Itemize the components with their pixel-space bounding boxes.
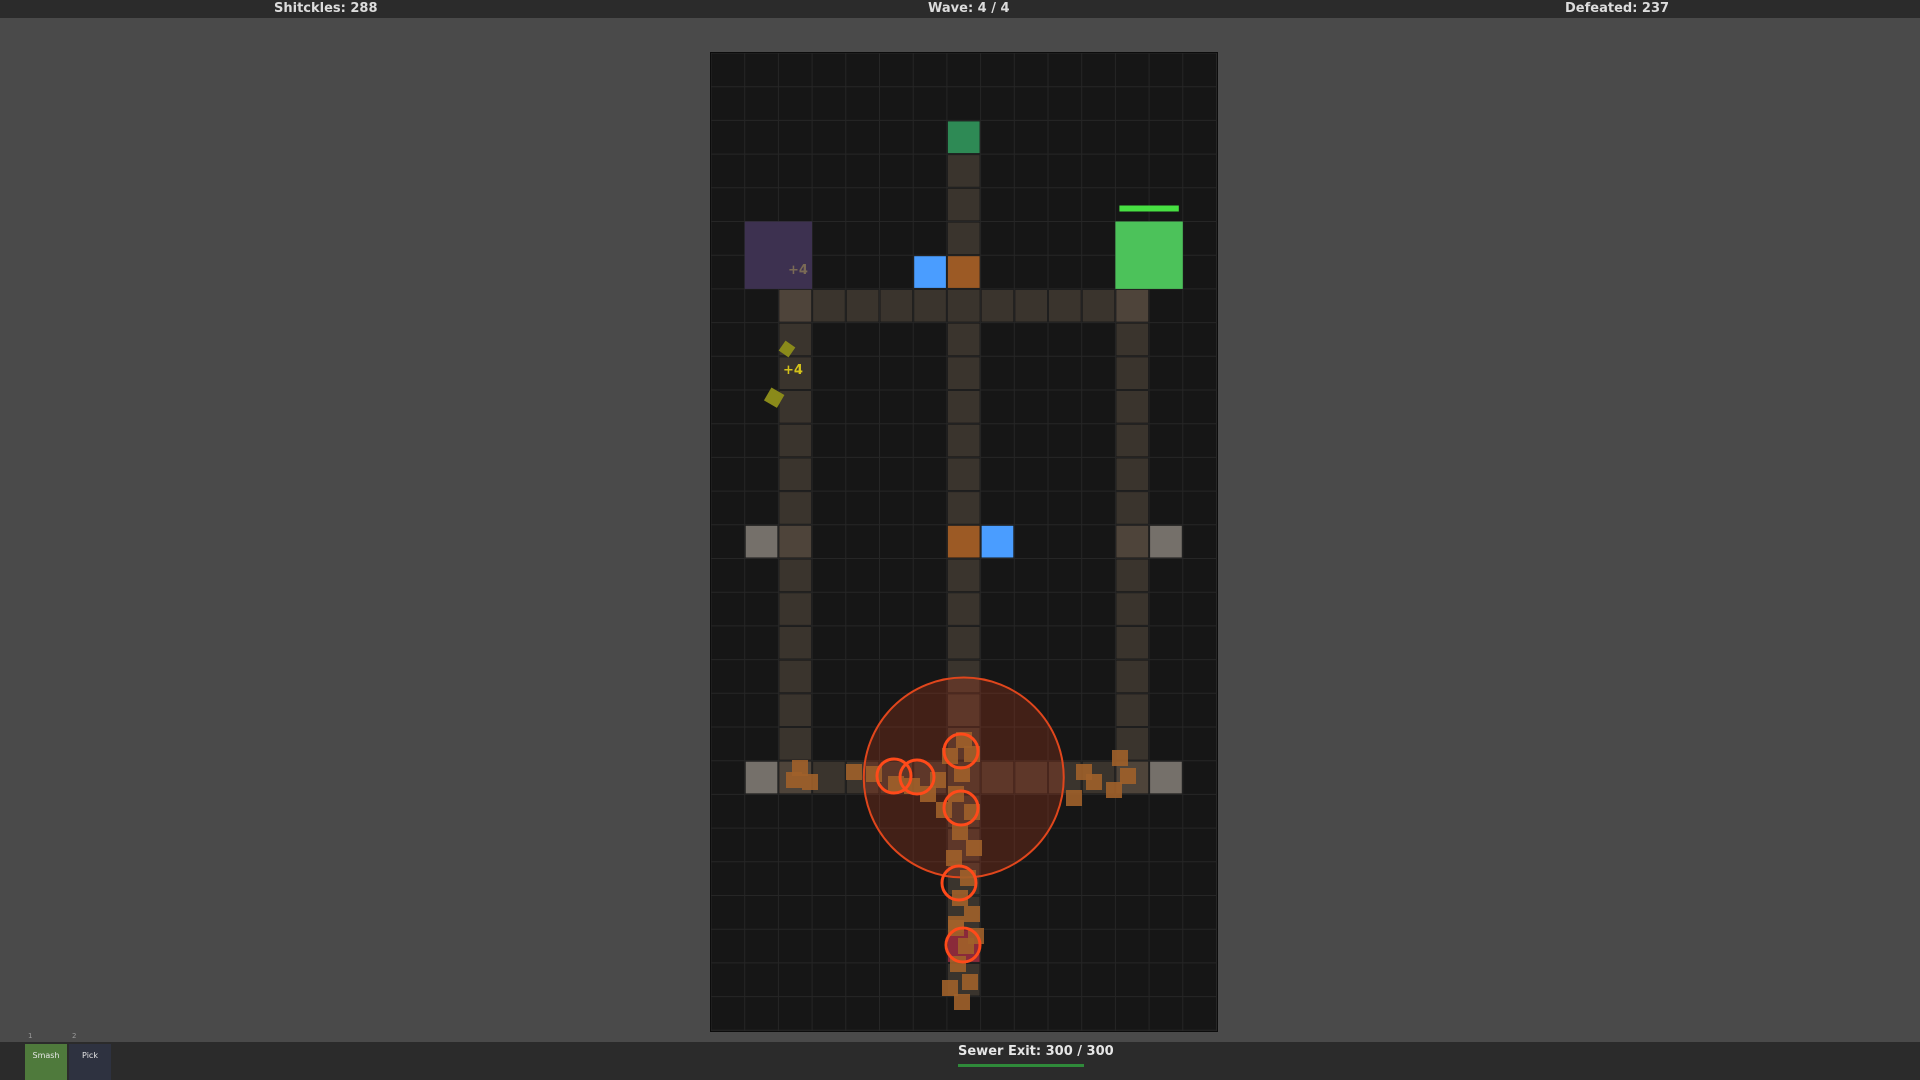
path-tile (1116, 424, 1149, 457)
rat-enemy[interactable] (962, 974, 978, 990)
path-tile (813, 289, 845, 322)
rat-enemy[interactable] (786, 772, 802, 788)
path-tile (779, 728, 812, 760)
path-tile (779, 424, 812, 457)
build-slot[interactable] (745, 525, 778, 558)
rat-enemy[interactable] (946, 850, 962, 866)
game-board[interactable]: +4 +4 (710, 52, 1218, 1032)
path-tile (880, 289, 913, 322)
path-tile (1116, 458, 1149, 491)
path-tile (779, 391, 812, 423)
path-tile (947, 458, 980, 491)
rat-enemy[interactable] (964, 906, 980, 922)
path-tile (779, 694, 812, 726)
rat-enemy[interactable] (1112, 750, 1128, 766)
green-tower[interactable] (1115, 221, 1183, 289)
currency-counter: Shitckles: 288 (274, 1, 378, 16)
smash-tool-label: Smash (32, 1051, 60, 1060)
build-slot[interactable] (1150, 525, 1182, 558)
path-tile (947, 357, 980, 389)
rat-enemy[interactable] (942, 980, 958, 996)
path-tile (947, 391, 980, 423)
path-tile (947, 289, 980, 322)
reward-floater: +4 (783, 363, 803, 378)
pick-tool-label: Pick (82, 1051, 98, 1060)
path-tile (779, 458, 812, 491)
sewer-exit-health-bar (958, 1064, 1084, 1067)
path-tile (947, 492, 980, 524)
path-tile (981, 289, 1014, 322)
rat-enemy[interactable] (966, 840, 982, 856)
path-tile (1116, 660, 1149, 693)
top-hud-bar: Shitckles: 288 Wave: 4 / 4 Defeated: 237 (0, 0, 1920, 18)
path-tile (947, 593, 980, 625)
frost-tower[interactable] (914, 256, 946, 288)
path-tile (947, 155, 980, 187)
path-tile (1116, 323, 1149, 356)
path-tile (1116, 559, 1149, 592)
path-tile (947, 424, 980, 457)
purple-tower[interactable] (744, 221, 813, 289)
path-tile (914, 289, 946, 322)
hotkey-label: 2 (72, 1032, 77, 1040)
rat-enemy[interactable] (954, 994, 970, 1010)
build-slot[interactable] (745, 761, 778, 794)
hotkey-label: 1 (28, 1032, 33, 1040)
smash-tool-button[interactable]: Smash (25, 1044, 67, 1080)
path-tile (947, 323, 980, 356)
defeated-counter: Defeated: 237 (1565, 1, 1670, 16)
path-tile (779, 593, 812, 625)
path-tile (779, 626, 812, 659)
frost-tower[interactable] (981, 525, 1014, 558)
build-slot[interactable] (1150, 761, 1182, 794)
path-tile (1082, 289, 1115, 322)
pick-tool-button[interactable]: Pick (69, 1044, 111, 1080)
rat-enemy[interactable] (802, 774, 818, 790)
tower-health-bar (1119, 205, 1179, 212)
path-tile (1116, 593, 1149, 625)
path-tile (947, 559, 980, 592)
path-tile (1116, 357, 1149, 389)
path-tile (947, 222, 980, 255)
reward-floater: +4 (788, 263, 808, 278)
path-tile (779, 660, 812, 693)
path-junction-tile (779, 525, 812, 558)
board-canvas[interactable] (711, 53, 1217, 1031)
path-tile (779, 559, 812, 592)
rat-enemy[interactable] (1066, 790, 1082, 806)
path-junction-tile (1116, 525, 1149, 558)
path-tile (846, 289, 879, 322)
path-tile (1116, 391, 1149, 423)
path-tile (1116, 694, 1149, 726)
path-tile (1015, 289, 1047, 322)
enemy-spawn-tile (947, 121, 980, 154)
path-tile (1049, 289, 1081, 322)
rat-enemy[interactable] (1120, 768, 1136, 784)
path-tile (947, 626, 980, 659)
sewer-exit-health-label: Sewer Exit: 300 / 300 (958, 1044, 1114, 1059)
orange-tower[interactable] (947, 525, 980, 558)
path-tile (1116, 492, 1149, 524)
path-junction-tile (779, 289, 812, 322)
sewer-exit-health-fill (958, 1064, 1084, 1067)
path-junction-tile (1116, 289, 1149, 322)
wave-counter: Wave: 4 / 4 (928, 1, 1010, 16)
rat-enemy[interactable] (1086, 774, 1102, 790)
rat-enemy[interactable] (846, 764, 862, 780)
orange-tower[interactable] (947, 256, 980, 288)
path-tile (779, 492, 812, 524)
path-tile (1116, 626, 1149, 659)
path-tile (947, 188, 980, 221)
rat-enemy[interactable] (1106, 782, 1122, 798)
